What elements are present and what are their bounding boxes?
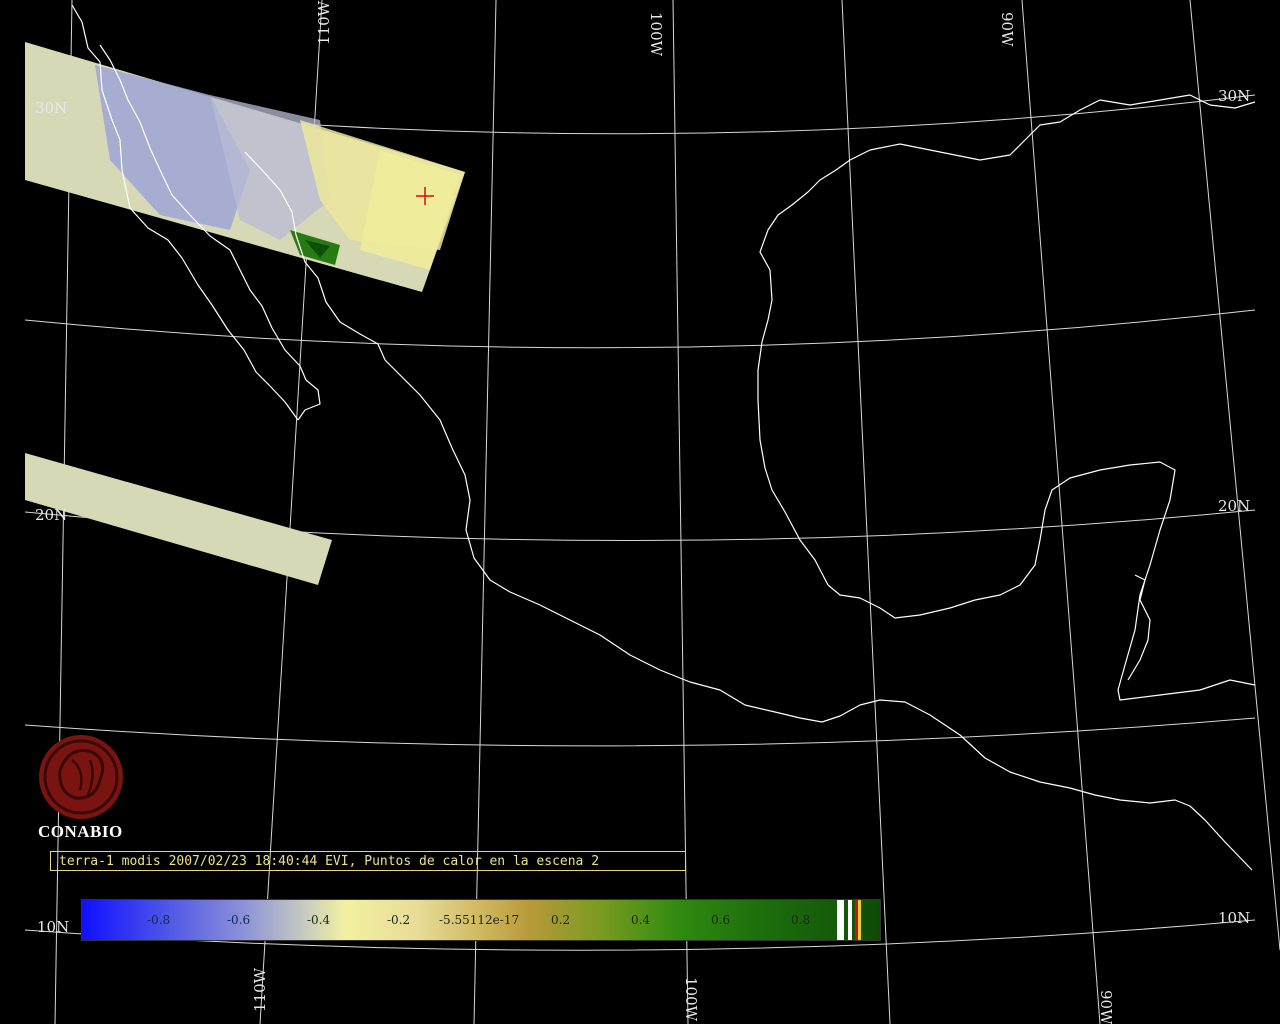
scene-caption: terra-1 modis 2007/02/23 18:40:44 EVI, P…	[50, 851, 686, 871]
conabio-logo	[39, 735, 123, 819]
lon-label-100w-bottom: 100W	[682, 977, 700, 1022]
lon-label-110w-top: 110W	[315, 0, 333, 45]
parallel-25n	[24, 309, 1256, 349]
meridian-90w	[1021, 0, 1101, 1024]
parallel-15n	[24, 717, 1256, 747]
colorbar-white-band	[848, 900, 852, 940]
colorbar-tick: -0.6	[227, 913, 251, 927]
colorbar-tick: -5.55112e-17	[439, 913, 520, 927]
colorbar-tick: -0.8	[147, 913, 171, 927]
lat-label-20n-right: 20N	[1218, 497, 1250, 515]
meridian-85w	[1189, 0, 1280, 951]
colorbar-tick: 0.2	[551, 913, 571, 927]
evi-colorbar: -0.8 -0.6 -0.4 -0.2 -5.55112e-17 0.2 0.4…	[81, 899, 881, 941]
colorbar-tick: -0.4	[307, 913, 331, 927]
meridian-95w	[841, 0, 891, 1024]
gulf-of-mexico-coast	[757, 94, 1256, 586]
conabio-logo-text: CONABIO	[38, 822, 123, 841]
lat-label-20n-left: 20N	[35, 506, 67, 524]
colorbar-tick: 0.8	[791, 913, 811, 927]
colorbar-tick: -0.2	[387, 913, 411, 927]
colorbar-yellow-band	[858, 900, 861, 940]
lon-label-100w-top: 100W	[647, 12, 665, 57]
lat-label-30n-left: 30N	[35, 99, 67, 117]
lon-label-90w-top: 90W	[998, 12, 1016, 47]
satellite-swath-south	[25, 453, 332, 585]
lat-label-10n-left: 10N	[37, 918, 69, 936]
lat-label-10n-right: 10N	[1218, 909, 1250, 927]
colorbar-tick: 0.4	[631, 913, 651, 927]
yucatan-peninsula-coast	[827, 461, 1256, 701]
colorbar-white-band	[837, 900, 844, 940]
satellite-swath-north	[25, 42, 465, 292]
lon-label-110w-bottom: 110W	[251, 967, 269, 1012]
lon-label-90w-bottom: 90W	[1097, 990, 1115, 1024]
lat-label-30n-right: 30N	[1218, 87, 1250, 105]
colorbar-tick: 0.6	[711, 913, 731, 927]
cuba-coast	[1127, 574, 1151, 681]
